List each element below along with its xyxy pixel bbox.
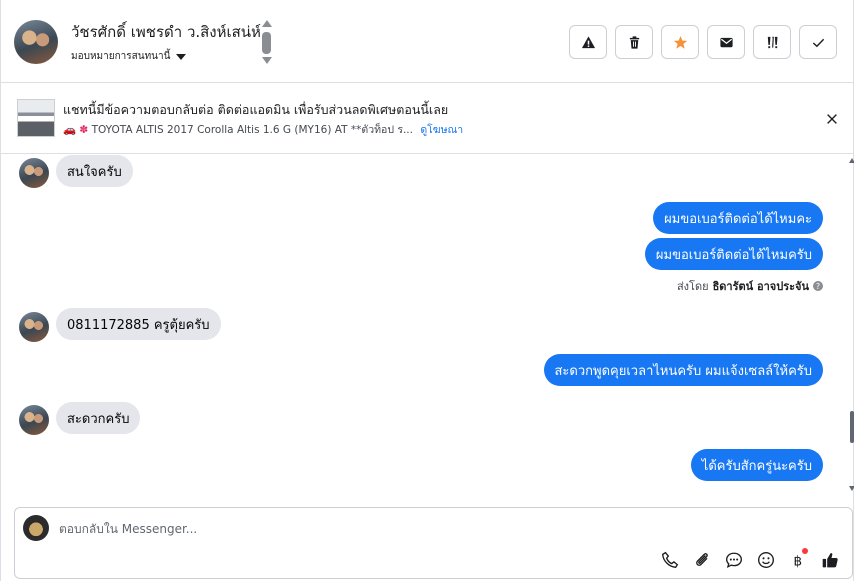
phone-icon bbox=[661, 551, 679, 569]
sent-by-prefix: ส่งโดย bbox=[676, 280, 709, 293]
page-avatar bbox=[23, 515, 49, 541]
report-spam-button[interactable] bbox=[569, 25, 607, 59]
smiley-icon bbox=[758, 552, 774, 568]
trash-icon bbox=[629, 35, 639, 49]
ad-title: แชทนี้มีข้อความตอบกลับต่อ ติดต่อแอดมิน เ… bbox=[63, 102, 449, 117]
saved-replies-button[interactable] bbox=[724, 550, 744, 570]
scroll-thumb[interactable] bbox=[262, 32, 271, 54]
mark-done-button[interactable] bbox=[799, 25, 837, 59]
svg-text:฿: ฿ bbox=[794, 554, 803, 569]
caret-down-icon bbox=[176, 53, 187, 60]
emoji-button[interactable] bbox=[756, 550, 776, 570]
message-thread[interactable]: สนใจครับ ผมขอเบอร์ติดต่อได้ไหมคะ ผมขอเบอ… bbox=[1, 155, 854, 505]
reply-composer: ฿ bbox=[14, 507, 853, 579]
sent-by-note: ส่งโดย ธิดารัตน์ อาจประจัน ? bbox=[677, 277, 823, 295]
message-bubble-incoming[interactable]: สนใจครับ bbox=[56, 155, 133, 187]
thumbs-up-icon bbox=[822, 553, 838, 568]
message-bubble-outgoing[interactable]: สะดวกพูดคุยเวลาไหนครับ ผมแจ้งเซลล์ให้ครั… bbox=[543, 354, 823, 386]
attach-button[interactable] bbox=[692, 550, 712, 570]
message-bubble-outgoing[interactable]: ผมขอเบอร์ติดต่อได้ไหมคะ bbox=[653, 202, 823, 234]
contact-name[interactable]: วัชรศักดิ์ เพชรดำ ว.สิงห์เสน่ห์ bbox=[71, 20, 261, 44]
follow-up-button[interactable] bbox=[753, 25, 791, 59]
sender-avatar bbox=[19, 158, 49, 188]
sparkle-icon: ✽ bbox=[79, 124, 89, 136]
thread-scrollbar[interactable] bbox=[849, 155, 854, 505]
contact-avatar[interactable] bbox=[14, 20, 58, 64]
assign-conversation-dropdown[interactable]: มอบหมายการสนทนานี้ bbox=[71, 49, 187, 64]
reply-input[interactable] bbox=[59, 519, 619, 539]
close-icon bbox=[827, 114, 837, 124]
warning-icon bbox=[581, 35, 595, 48]
send-like-button[interactable] bbox=[820, 550, 840, 570]
scroll-thumb[interactable] bbox=[850, 411, 854, 443]
chat-bubble-icon bbox=[726, 552, 742, 568]
envelope-icon bbox=[719, 37, 733, 47]
conversation-panel: วัชรศักดิ์ เพชรดำ ว.สิงห์เสน่ห์ มอบหมายก… bbox=[0, 0, 854, 581]
header-scrollbar[interactable] bbox=[261, 20, 273, 66]
composer-tools: ฿ bbox=[660, 548, 840, 570]
call-button[interactable] bbox=[660, 550, 680, 570]
exclamation-icon bbox=[767, 36, 777, 48]
message-bubble-incoming[interactable]: สะดวกครับ bbox=[56, 402, 141, 434]
message-bubble-outgoing[interactable]: ได้ครับสักครู่นะครับ bbox=[690, 449, 823, 481]
paperclip-icon bbox=[696, 553, 708, 566]
scroll-up-icon[interactable] bbox=[849, 158, 854, 163]
sender-avatar bbox=[19, 312, 49, 342]
notification-dot bbox=[802, 548, 808, 554]
assign-label: มอบหมายการสนทนานี้ bbox=[71, 51, 171, 62]
scroll-up-icon[interactable] bbox=[262, 20, 272, 27]
sent-by-name: ธิดารัตน์ อาจประจัน bbox=[712, 280, 809, 293]
conversation-header: วัชรศักดิ์ เพชรดำ ว.สิงห์เสน่ห์ มอบหมายก… bbox=[1, 0, 854, 83]
ad-thumbnail[interactable] bbox=[17, 99, 55, 137]
payment-button[interactable]: ฿ bbox=[788, 548, 808, 570]
delete-button[interactable] bbox=[615, 25, 653, 59]
message-bubble-outgoing[interactable]: ผมขอเบอร์ติดต่อได้ไหมครับ bbox=[644, 238, 823, 270]
ad-description: TOYOTA ALTIS 2017 Corolla Altis 1.6 G (M… bbox=[91, 124, 413, 136]
scroll-down-icon[interactable] bbox=[849, 486, 854, 491]
scroll-down-icon[interactable] bbox=[262, 57, 272, 64]
car-icon: 🚗 bbox=[63, 124, 77, 136]
ad-subtitle: 🚗 ✽ TOYOTA ALTIS 2017 Corolla Altis 1.6 … bbox=[63, 121, 463, 138]
mark-unread-button[interactable] bbox=[707, 25, 745, 59]
check-icon bbox=[812, 38, 824, 47]
ad-context-banner: แชทนี้มีข้อความตอบกลับต่อ ติดต่อแอดมิน เ… bbox=[1, 84, 854, 154]
close-banner-button[interactable] bbox=[823, 110, 841, 128]
sender-avatar bbox=[19, 405, 49, 435]
message-bubble-incoming[interactable]: 0811172885 ครูตุ้ยครับ bbox=[56, 308, 221, 340]
star-icon bbox=[673, 35, 687, 49]
info-icon[interactable]: ? bbox=[813, 281, 823, 291]
star-button[interactable] bbox=[661, 25, 699, 59]
view-ad-link[interactable]: ดูโฆษณา bbox=[420, 124, 463, 136]
header-actions bbox=[569, 25, 837, 59]
